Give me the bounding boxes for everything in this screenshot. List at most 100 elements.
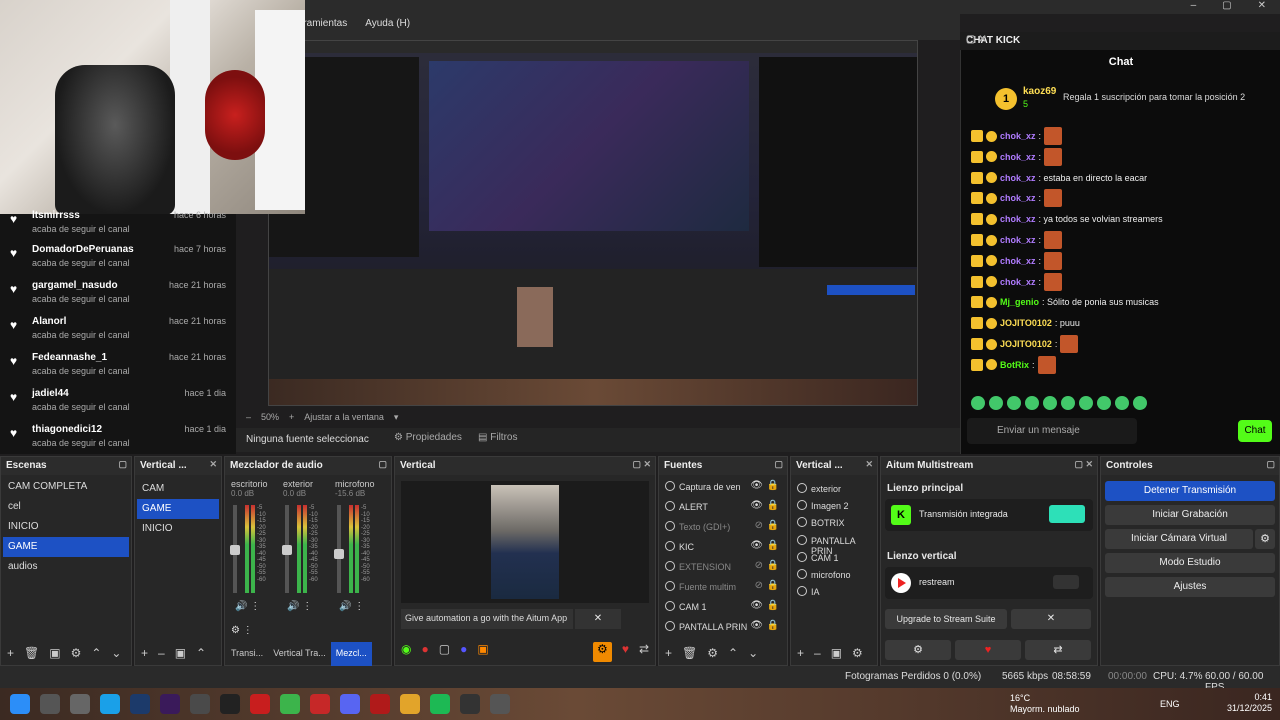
- source-item[interactable]: PANTALLA PRIN 👁 🔒: [661, 617, 785, 637]
- app-icon[interactable]: [370, 694, 390, 714]
- remove-icon[interactable]: –: [814, 646, 821, 662]
- lock-icon[interactable]: 🔒: [767, 560, 779, 571]
- lock-icon[interactable]: 🔒: [767, 600, 779, 611]
- properties-button[interactable]: ⚙ Propiedades: [386, 432, 470, 448]
- chat-username[interactable]: chok_xz: [1000, 256, 1036, 266]
- zoom-out-icon[interactable]: –: [246, 412, 251, 423]
- scene-item-selected[interactable]: GAME: [3, 537, 129, 557]
- source-item[interactable]: Fuente multim ⊘ 🔒: [661, 577, 785, 597]
- brave-icon[interactable]: [310, 694, 330, 714]
- zoom-fit-select[interactable]: Ajustar a la ventana: [304, 412, 384, 423]
- volume-slider[interactable]: [282, 505, 292, 593]
- dock-controls-icon[interactable]: ▢ ✕: [632, 459, 651, 470]
- record-icon[interactable]: ●: [421, 642, 428, 662]
- stream-icon[interactable]: ◉: [401, 642, 411, 662]
- store-icon[interactable]: [190, 694, 210, 714]
- virtualcam-icon[interactable]: ●: [460, 642, 467, 662]
- eye-hidden-icon[interactable]: ⊘: [755, 520, 763, 531]
- heart-icon[interactable]: ♥: [955, 640, 1021, 660]
- mute-icon[interactable]: 🔊 ⋮: [339, 601, 364, 612]
- chevron-down-icon[interactable]: ▾: [394, 412, 399, 423]
- volume-slider[interactable]: [334, 505, 344, 593]
- remove-icon[interactable]: –: [158, 646, 165, 662]
- eye-hidden-icon[interactable]: ⊘: [755, 580, 763, 591]
- up-icon[interactable]: ⌃: [196, 646, 206, 662]
- chat-username[interactable]: chok_xz: [1000, 131, 1036, 141]
- explorer-icon[interactable]: [70, 694, 90, 714]
- add-icon[interactable]: +: [7, 646, 14, 662]
- app-icon[interactable]: [250, 694, 270, 714]
- filters-button[interactable]: ▤ Filtros: [470, 432, 525, 448]
- spotify-icon[interactable]: [430, 694, 450, 714]
- start-recording-button[interactable]: Iniciar Grabación: [1105, 505, 1275, 525]
- banner-close-icon[interactable]: ✕: [575, 609, 621, 629]
- eye-icon[interactable]: 👁: [750, 480, 763, 491]
- add-icon[interactable]: +: [665, 646, 672, 662]
- main-preview[interactable]: [268, 40, 918, 406]
- weather-widget[interactable]: 16°C Mayorm. nublado: [1010, 693, 1080, 715]
- virtualcam-settings-icon[interactable]: ⚙: [1255, 529, 1275, 549]
- premiere-icon[interactable]: [160, 694, 180, 714]
- vertical-source-item[interactable]: IA: [793, 582, 875, 602]
- vscene-item[interactable]: INICIO: [137, 519, 219, 539]
- source-item[interactable]: ALERT 👁 🔒: [661, 497, 785, 517]
- tab-vertical-transitions[interactable]: Vertical Tra...: [268, 642, 331, 666]
- settings-icon[interactable]: ⚙: [852, 646, 863, 662]
- chat-input[interactable]: Enviar un mensaje: [967, 418, 1137, 444]
- eye-icon[interactable]: 👁: [750, 540, 763, 551]
- edge-icon[interactable]: [100, 694, 120, 714]
- share-icon[interactable]: ⇄: [1025, 640, 1091, 660]
- dock-float-icon[interactable]: ▢: [118, 459, 127, 470]
- volume-knob[interactable]: [334, 549, 344, 559]
- chat-username[interactable]: chok_xz: [1000, 152, 1036, 162]
- volume-knob[interactable]: [282, 545, 292, 555]
- lock-icon[interactable]: 🔒: [767, 580, 779, 591]
- upgrade-button[interactable]: Upgrade to Stream Suite: [885, 609, 1007, 629]
- chat-username[interactable]: JOJITO0102: [1000, 339, 1052, 349]
- trash-icon[interactable]: 🗑: [24, 646, 39, 662]
- dock-controls-icon[interactable]: ▢ ✕: [966, 34, 1274, 45]
- close-icon[interactable]: ✕: [865, 459, 873, 470]
- heart-icon[interactable]: ♥: [622, 642, 629, 662]
- close-icon[interactable]: ✕: [209, 459, 217, 470]
- lock-icon[interactable]: 🔒: [767, 620, 779, 631]
- tab-transitions[interactable]: Transi...: [226, 642, 268, 666]
- chat-username[interactable]: JOJITO0102: [1000, 318, 1052, 328]
- upgrade-close-icon[interactable]: ✕: [1011, 609, 1091, 629]
- down-icon[interactable]: ⌄: [111, 646, 121, 662]
- settings-button[interactable]: Ajustes: [1105, 577, 1275, 597]
- minimize-icon[interactable]: –: [1191, 0, 1197, 14]
- dock-float-icon[interactable]: ▢: [774, 459, 783, 470]
- eye-icon[interactable]: 👁: [750, 600, 763, 611]
- up-icon[interactable]: ⌃: [91, 646, 101, 662]
- settings-icon[interactable]: [490, 694, 510, 714]
- chat-username[interactable]: chok_xz: [1000, 193, 1036, 203]
- aitum-settings-icon[interactable]: ⚙: [885, 640, 951, 660]
- settings-icon[interactable]: ⚙: [707, 646, 718, 662]
- search-icon[interactable]: [40, 694, 60, 714]
- filter-icon[interactable]: ▣: [175, 646, 186, 662]
- tab-mixer[interactable]: Mezcl...: [330, 642, 372, 666]
- clock[interactable]: 0:41 31/12/2025: [1227, 692, 1272, 714]
- scene-item[interactable]: audios: [3, 557, 129, 577]
- lock-icon[interactable]: 🔒: [767, 520, 779, 531]
- minecraft-icon[interactable]: [280, 694, 300, 714]
- filter-icon[interactable]: ▣: [831, 646, 842, 662]
- mute-icon[interactable]: 🔊 ⋮: [235, 601, 260, 612]
- mixer-settings-icon[interactable]: ⚙ ⋮: [231, 625, 253, 636]
- main-stream-toggle[interactable]: [1049, 505, 1085, 523]
- vscene-item[interactable]: CAM: [137, 479, 219, 499]
- eye-icon[interactable]: 👁: [750, 620, 763, 631]
- eye-icon[interactable]: 👁: [750, 500, 763, 511]
- windows-start-icon[interactable]: [10, 694, 30, 714]
- chat-username[interactable]: chok_xz: [1000, 214, 1036, 224]
- dock-float-icon[interactable]: ▢: [378, 459, 387, 470]
- up-icon[interactable]: ⌃: [728, 646, 738, 662]
- close-icon[interactable]: ✕: [1258, 0, 1266, 14]
- share-icon[interactable]: ⇄: [639, 642, 649, 662]
- zoom-in-icon[interactable]: +: [289, 412, 294, 423]
- lock-icon[interactable]: 🔒: [767, 500, 779, 511]
- add-icon[interactable]: +: [141, 646, 148, 662]
- replay-icon[interactable]: ▣: [477, 642, 488, 662]
- mute-icon[interactable]: 🔊 ⋮: [287, 601, 312, 612]
